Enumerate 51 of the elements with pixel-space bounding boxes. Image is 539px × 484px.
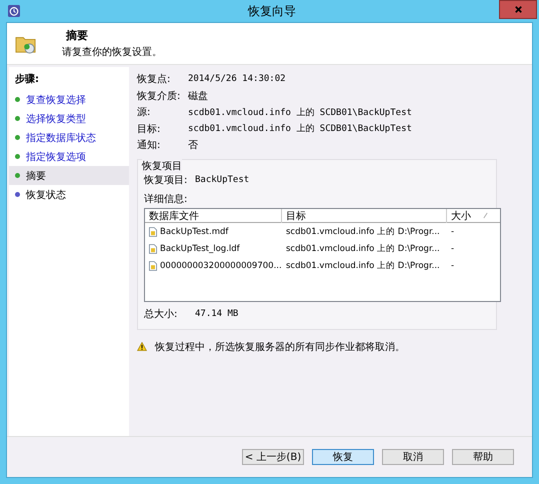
column-header[interactable]: 数据库文件 (145, 208, 282, 222)
field-label: 目标: (137, 122, 162, 136)
group-title: 恢复项目 (142, 158, 182, 172)
dialog-button[interactable]: 帮助 (452, 449, 514, 465)
table-cell: scdb01.vmcloud.info 上的 D:\Progr... (286, 226, 440, 238)
table-cell: scdb01.vmcloud.info 上的 D:\Progr... (286, 242, 440, 254)
clock-icon (8, 5, 20, 17)
table-cell: - (451, 226, 454, 236)
field-value: 磁盘 (188, 90, 208, 103)
table-cell: - (451, 260, 454, 270)
warning-text: 恢复过程中，所选恢复服务器的所有同步作业都将取消。 (155, 340, 405, 354)
field-label: 恢复点: (137, 72, 172, 86)
sort-icon (483, 212, 488, 219)
dialog-button[interactable]: 取消 (382, 449, 444, 465)
dialog-button[interactable]: 恢复 (312, 449, 374, 465)
warning-icon (137, 342, 147, 351)
close-button[interactable] (499, 0, 537, 19)
field-value: 47.14 MB (195, 309, 238, 320)
field-value: 否 (188, 139, 198, 152)
column-header[interactable]: 目标 (282, 208, 447, 222)
field-label: 总大小: (144, 308, 178, 322)
step-label: 恢复状态 (26, 188, 66, 202)
dialog-button[interactable]: < 上一步(B) (242, 449, 304, 465)
step-label[interactable]: 指定恢复选项 (26, 150, 86, 164)
column-header[interactable]: 大小 (447, 208, 497, 222)
file-icon (149, 260, 157, 270)
table-cell: 000000003200000009700... (160, 260, 282, 270)
close-icon (514, 5, 522, 14)
field-label: 恢复介质: (137, 90, 182, 103)
step-label: 摘要 (26, 170, 46, 182)
field-value: scdb01.vmcloud.info 上的 SCDB01\BackUpTest (188, 106, 412, 119)
table-cell: - (451, 244, 454, 254)
step-label[interactable]: 选择恢复类型 (26, 112, 86, 126)
field-value: BackUpTest (195, 174, 250, 185)
field-label: 通知: (137, 138, 162, 152)
page-title: 摘要 (66, 28, 89, 43)
table-cell: scdb01.vmcloud.info 上的 D:\Progr... (286, 260, 440, 272)
steps-heading: 步骤: (14, 72, 40, 87)
table-cell: BackUpTest_log.ldf (160, 244, 240, 254)
page-subtitle: 请复查你的恢复设置。 (62, 46, 162, 59)
step-label[interactable]: 复查恢复选择 (26, 92, 86, 106)
field-value: 2014/5/26 14:30:02 (188, 74, 286, 84)
field-label: 源: (137, 106, 152, 120)
table-cell: BackUpTest.mdf (160, 226, 228, 236)
file-icon (149, 226, 157, 236)
field-value: scdb01.vmcloud.info 上的 SCDB01\BackUpTest (188, 122, 412, 136)
details-label: 详细信息: (144, 192, 188, 206)
file-icon (149, 244, 157, 254)
field-label: 恢复项目: (144, 174, 188, 187)
step-label[interactable]: 指定数据库状态 (26, 130, 96, 144)
window-title: 恢复向导 (246, 2, 297, 20)
